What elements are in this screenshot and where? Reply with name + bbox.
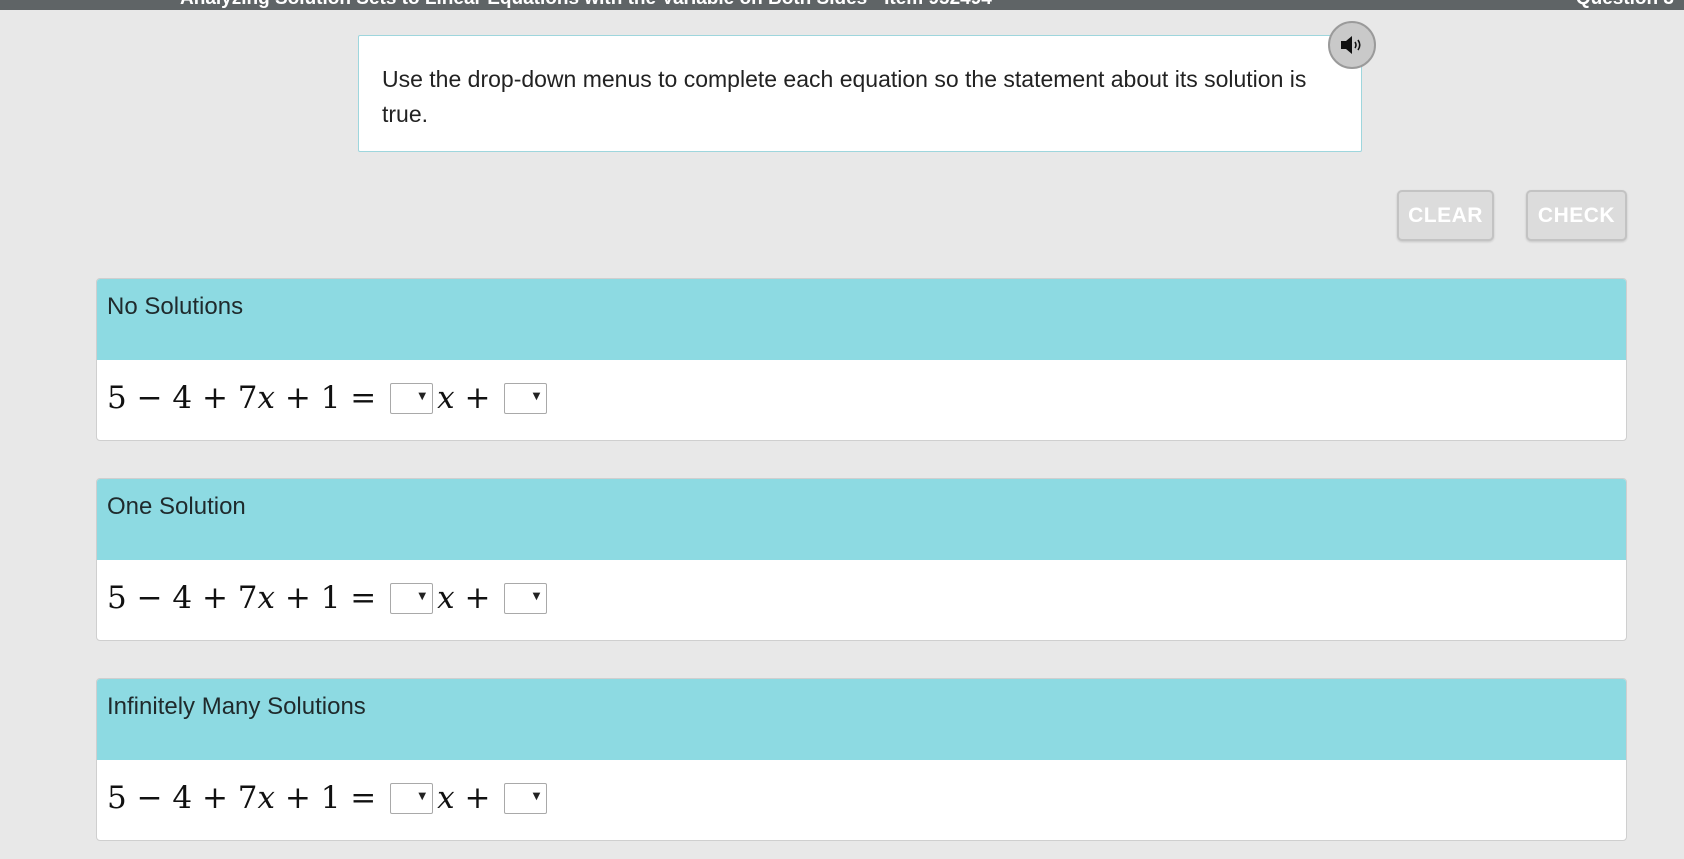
audio-button[interactable] (1328, 21, 1376, 69)
speaker-icon (1341, 36, 1361, 54)
equation-variable: x (437, 580, 455, 616)
section-no-solutions: No Solutions 5 − 4 + 7x + 1 = ▼ x + ▼ (96, 278, 1627, 441)
equation-row: 5 − 4 + 7x + 1 = ▼ x + ▼ (97, 558, 1626, 638)
section-title: Infinitely Many Solutions (97, 679, 1626, 760)
equation-variable: x (437, 380, 455, 416)
section-infinitely-many-solutions: Infinitely Many Solutions 5 − 4 + 7x + 1… (96, 678, 1627, 841)
equation-left: 5 − 4 + 7 (107, 780, 258, 816)
section-title: No Solutions (97, 279, 1626, 360)
equation-left: 5 − 4 + 7 (107, 580, 258, 616)
top-bar: Analyzing Solution Sets to Linear Equati… (0, 0, 1684, 10)
plus-sign: + (454, 580, 501, 616)
lesson-title: Analyzing Solution Sets to Linear Equati… (180, 0, 992, 10)
plus-sign: + (454, 780, 501, 816)
constant-dropdown[interactable]: ▼ (504, 382, 548, 414)
equation-variable: x (257, 380, 276, 416)
dropdown-arrow-icon: ▼ (418, 790, 427, 802)
coefficient-dropdown[interactable]: ▼ (390, 382, 434, 414)
section-title: One Solution (97, 479, 1626, 560)
section-one-solution: One Solution 5 − 4 + 7x + 1 = ▼ x + ▼ (96, 478, 1627, 641)
clear-button[interactable]: CLEAR (1397, 190, 1494, 241)
equation-tail: + 1 = (275, 580, 387, 616)
equation-variable: x (257, 780, 276, 816)
dropdown-arrow-icon: ▼ (532, 790, 541, 802)
check-button[interactable]: CHECK (1526, 190, 1627, 241)
instructions-panel: Use the drop-down menus to complete each… (358, 35, 1362, 152)
question-label: Question 3 (1576, 0, 1674, 10)
coefficient-dropdown[interactable]: ▼ (390, 782, 434, 814)
equation-tail: + 1 = (275, 380, 387, 416)
equation-tail: + 1 = (275, 780, 387, 816)
constant-dropdown[interactable]: ▼ (504, 582, 548, 614)
dropdown-arrow-icon: ▼ (418, 390, 427, 402)
equation-variable: x (437, 780, 455, 816)
dropdown-arrow-icon: ▼ (532, 590, 541, 602)
equation-variable: x (257, 580, 276, 616)
constant-dropdown[interactable]: ▼ (504, 782, 548, 814)
equation-left: 5 − 4 + 7 (107, 380, 258, 416)
dropdown-arrow-icon: ▼ (532, 390, 541, 402)
coefficient-dropdown[interactable]: ▼ (390, 582, 434, 614)
plus-sign: + (454, 380, 501, 416)
equation-row: 5 − 4 + 7x + 1 = ▼ x + ▼ (97, 758, 1626, 838)
equation-row: 5 − 4 + 7x + 1 = ▼ x + ▼ (97, 358, 1626, 438)
instructions-text: Use the drop-down menus to complete each… (382, 66, 1307, 127)
dropdown-arrow-icon: ▼ (418, 590, 427, 602)
